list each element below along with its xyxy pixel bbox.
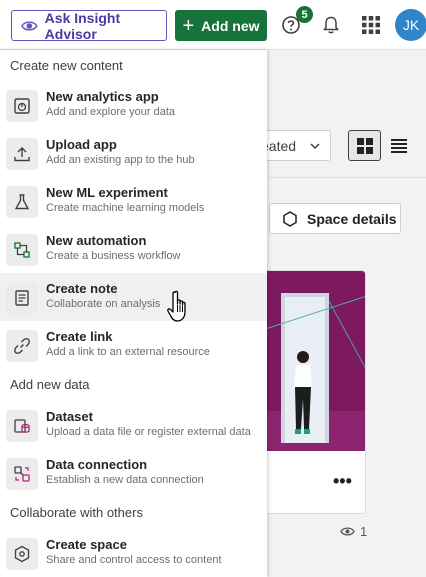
ask-insight-advisor-button[interactable]: Ask Insight Advisor: [11, 9, 167, 42]
menu-item-subtitle: Share and control access to content: [46, 554, 222, 566]
eye-icon: [340, 527, 355, 536]
menu-item-subtitle: Add an existing app to the hub: [46, 154, 195, 166]
upload-icon: [6, 138, 38, 170]
ask-insight-advisor-label: Ask Insight Advisor: [44, 9, 121, 42]
plus-icon: +: [182, 14, 195, 37]
space-details-label: Space details: [307, 210, 397, 227]
menu-item-create-note[interactable]: Create note Collaborate on analysis: [0, 273, 267, 321]
menu-item-subtitle: Upload a data file or register external …: [46, 426, 251, 438]
chevron-down-icon: [310, 143, 320, 150]
menu-item-title: Dataset: [46, 409, 93, 424]
connection-icon: [6, 458, 38, 490]
dataset-icon: [6, 410, 38, 442]
menu-item-create-space[interactable]: Create space Share and control access to…: [0, 529, 267, 577]
menu-item-title: Data connection: [46, 457, 148, 472]
menu-item-subtitle: Collaborate on analysis: [46, 298, 161, 310]
menu-item-subtitle: Establish a new data connection: [46, 474, 204, 486]
menu-item-new-automation[interactable]: New automation Create a business workflo…: [0, 225, 267, 273]
flask-icon: [6, 186, 38, 218]
menu-item-new-ml-experiment[interactable]: New ML experiment Create machine learnin…: [0, 177, 267, 225]
list-view-toggle[interactable]: [383, 130, 414, 161]
user-avatar[interactable]: JK: [395, 9, 426, 41]
space-icon: [6, 538, 38, 570]
add-new-button[interactable]: + Add new: [175, 10, 267, 41]
more-options-icon[interactable]: •••: [333, 472, 355, 490]
bell-icon[interactable]: [321, 15, 341, 35]
menu-item-subtitle: Create a business workflow: [46, 250, 181, 262]
divider: [268, 177, 426, 178]
notification-count-badge: 5: [296, 6, 313, 23]
content-card[interactable]: •••: [258, 270, 366, 514]
menu-item-title: New ML experiment: [46, 185, 168, 200]
section-header-data: Add new data: [10, 377, 90, 392]
section-header-create: Create new content: [10, 58, 123, 73]
menu-item-subtitle: Add and explore your data: [46, 106, 176, 118]
menu-item-subtitle: Add a link to an external resource: [46, 346, 210, 358]
space-details-icon: [283, 210, 297, 227]
menu-item-new-analytics-app[interactable]: New analytics app Add and explore your d…: [0, 81, 267, 129]
note-icon: [6, 282, 38, 314]
add-new-label: Add new: [201, 17, 260, 34]
section-header-collaborate: Collaborate with others: [10, 505, 143, 520]
menu-item-title: Upload app: [46, 137, 117, 152]
view-count-value: 1: [360, 524, 368, 539]
menu-item-data-connection[interactable]: Data connection Establish a new data con…: [0, 449, 267, 497]
menu-item-title: New analytics app: [46, 89, 159, 104]
add-new-dropdown-menu: Create new content New analytics app Add…: [0, 50, 267, 577]
menu-item-title: Create space: [46, 537, 127, 552]
link-icon: [6, 330, 38, 362]
menu-item-title: Create link: [46, 329, 113, 344]
app-launcher-icon[interactable]: [361, 15, 381, 35]
list-view-icon: [390, 138, 407, 153]
menu-item-upload-app[interactable]: Upload app Add an existing app to the hu…: [0, 129, 267, 177]
analytics-app-icon: [6, 90, 38, 122]
automation-icon: [6, 234, 38, 266]
menu-item-create-link[interactable]: Create link Add a link to an external re…: [0, 321, 267, 369]
insight-eye-icon: [21, 20, 38, 31]
view-count: 1: [340, 524, 367, 539]
grid-view-icon: [356, 137, 373, 154]
top-bar: Ask Insight Advisor + Add new 5 JK: [0, 0, 426, 50]
grid-view-toggle[interactable]: [348, 130, 381, 161]
card-thumbnail-image: [259, 271, 365, 451]
menu-item-title: New automation: [46, 233, 147, 248]
menu-item-subtitle: Create machine learning models: [46, 202, 205, 214]
menu-item-title: Create note: [46, 281, 118, 296]
space-details-button[interactable]: Space details: [269, 203, 401, 234]
menu-item-dataset[interactable]: Dataset Upload a data file or register e…: [0, 401, 267, 449]
